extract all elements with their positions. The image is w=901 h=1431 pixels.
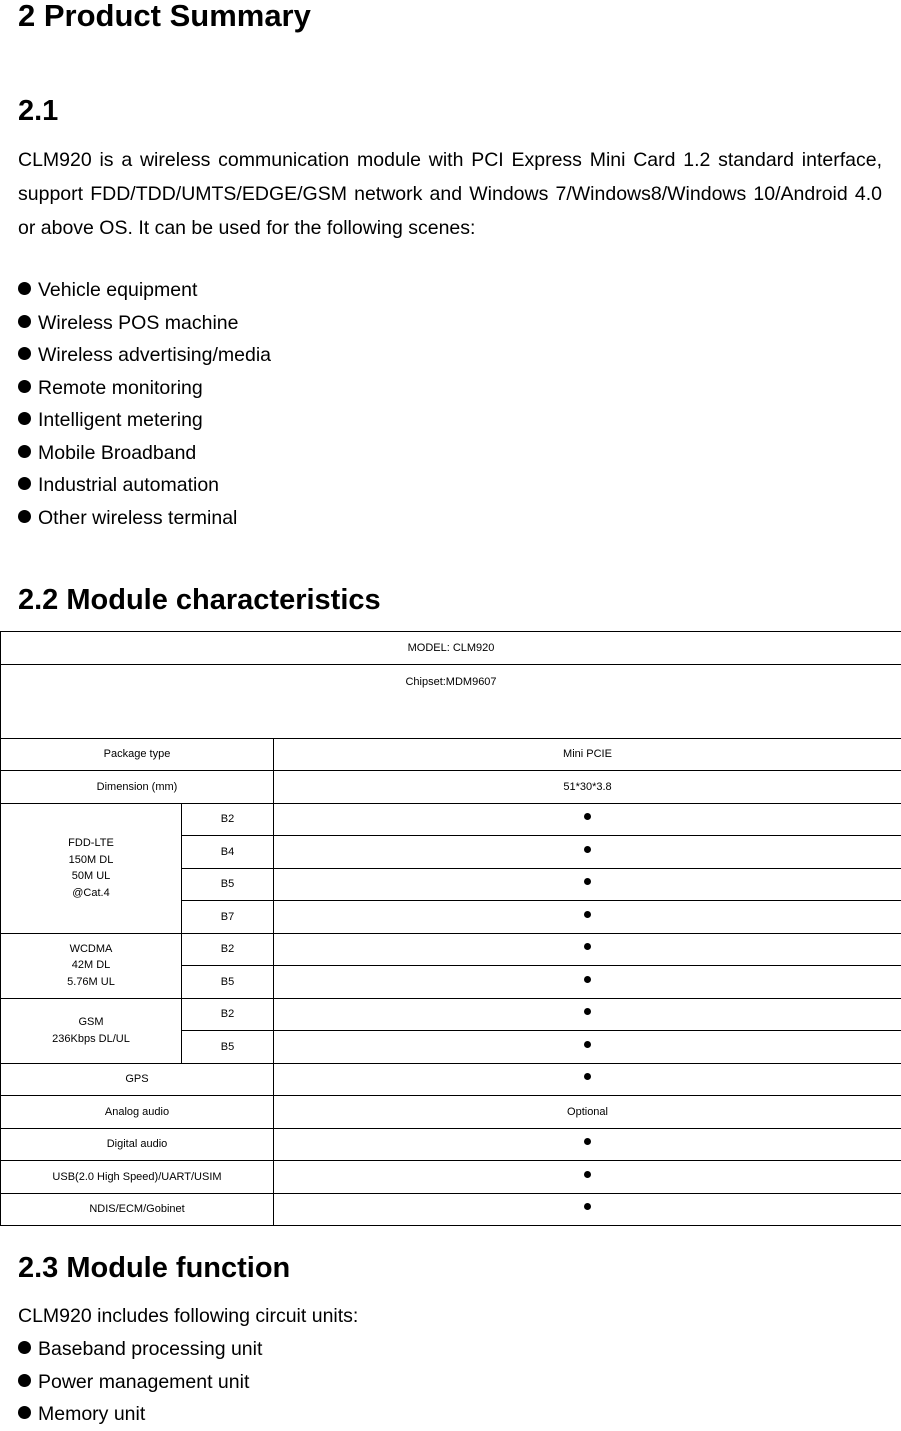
table-row: Chipset:MDM9607	[1, 664, 901, 738]
band-cell: B5	[182, 868, 274, 901]
supported-dot-icon	[584, 1008, 591, 1015]
list-item: Other wireless terminal	[18, 502, 271, 535]
scenes-list: Vehicle equipment Wireless POS machine W…	[18, 274, 271, 534]
supported-dot-icon	[584, 1073, 591, 1080]
feature-label: Analog audio	[1, 1096, 274, 1129]
list-item: Intelligent metering	[18, 404, 271, 437]
list-item: Power management unit	[18, 1366, 262, 1399]
section-2-3-intro: CLM920 includes following circuit units:	[18, 1300, 358, 1332]
feature-label: USB(2.0 High Speed)/UART/USIM	[1, 1161, 274, 1194]
supported-dot-icon	[584, 878, 591, 885]
supported-dot-icon	[584, 911, 591, 918]
circuit-units-list: Baseband processing unit Power managemen…	[18, 1333, 262, 1431]
bullet-icon	[18, 380, 31, 393]
supported-cell	[274, 836, 901, 869]
dimension-value: 51*30*3.8	[274, 771, 901, 804]
table-row: Digital audio	[1, 1128, 901, 1161]
supported-dot-icon	[584, 813, 591, 820]
chipset-cell: Chipset:MDM9607	[1, 664, 901, 738]
supported-cell	[274, 868, 901, 901]
fdd-lte-label: FDD-LTE 150M DL 50M UL @Cat.4	[1, 803, 182, 933]
table-row: USB(2.0 High Speed)/UART/USIM	[1, 1161, 901, 1194]
list-item: Baseband processing unit	[18, 1333, 262, 1366]
supported-dot-icon	[584, 1041, 591, 1048]
feature-label: NDIS/ECM/Gobinet	[1, 1193, 274, 1226]
bullet-icon	[18, 282, 31, 295]
band-cell: B2	[182, 998, 274, 1031]
dimension-label: Dimension (mm)	[1, 771, 274, 804]
model-cell: MODEL: CLM920	[1, 632, 901, 665]
supported-cell	[274, 966, 901, 999]
supported-cell	[274, 1161, 901, 1194]
list-item: Remote monitoring	[18, 372, 271, 405]
list-item: Wireless POS machine	[18, 307, 271, 340]
table-row: WCDMA 42M DL 5.76M UL B2	[1, 933, 901, 966]
table-row: NDIS/ECM/Gobinet	[1, 1193, 901, 1226]
band-cell: B2	[182, 933, 274, 966]
bullet-icon	[18, 412, 31, 425]
supported-cell	[274, 1128, 901, 1161]
page-title: 2 Product Summary	[18, 0, 311, 36]
supported-dot-icon	[584, 943, 591, 950]
list-item: Mobile Broadband	[18, 437, 271, 470]
bullet-icon	[18, 315, 31, 328]
band-cell: B5	[182, 1031, 274, 1064]
feature-label: Digital audio	[1, 1128, 274, 1161]
bullet-icon	[18, 1374, 31, 1387]
section-2-3-heading: 2.3 Module function	[18, 1250, 290, 1286]
package-type-value: Mini PCIE	[274, 738, 901, 771]
feature-label: GPS	[1, 1063, 274, 1096]
bullet-icon	[18, 347, 31, 360]
feature-value: Optional	[274, 1096, 901, 1129]
supported-cell	[274, 933, 901, 966]
table-row: FDD-LTE 150M DL 50M UL @Cat.4 B2	[1, 803, 901, 836]
supported-cell	[274, 803, 901, 836]
list-item: Wireless advertising/media	[18, 339, 271, 372]
supported-dot-icon	[584, 1171, 591, 1178]
table-row: GSM 236Kbps DL/UL B2	[1, 998, 901, 1031]
package-type-label: Package type	[1, 738, 274, 771]
supported-cell	[274, 1193, 901, 1226]
supported-dot-icon	[584, 1203, 591, 1210]
wcdma-label: WCDMA 42M DL 5.76M UL	[1, 933, 182, 998]
table-row: Package type Mini PCIE	[1, 738, 901, 771]
table-row: MODEL: CLM920	[1, 632, 901, 665]
table-row: Analog audio Optional	[1, 1096, 901, 1129]
band-cell: B4	[182, 836, 274, 869]
gsm-label: GSM 236Kbps DL/UL	[1, 998, 182, 1063]
supported-cell	[274, 1031, 901, 1064]
band-cell: B7	[182, 901, 274, 934]
supported-dot-icon	[584, 1138, 591, 1145]
band-cell: B2	[182, 803, 274, 836]
bullet-icon	[18, 1341, 31, 1354]
supported-cell	[274, 998, 901, 1031]
table-row: GPS	[1, 1063, 901, 1096]
list-item: Vehicle equipment	[18, 274, 271, 307]
table-row: Dimension (mm) 51*30*3.8	[1, 771, 901, 804]
supported-cell	[274, 1063, 901, 1096]
section-2-1-paragraph: CLM920 is a wireless communication modul…	[18, 143, 882, 245]
bullet-icon	[18, 510, 31, 523]
section-2-1-heading: 2.1	[18, 93, 58, 129]
module-characteristics-table: MODEL: CLM920 Chipset:MDM9607 Package ty…	[0, 631, 901, 1226]
supported-cell	[274, 901, 901, 934]
bullet-icon	[18, 477, 31, 490]
section-2-2-heading: 2.2 Module characteristics	[18, 582, 381, 618]
supported-dot-icon	[584, 976, 591, 983]
band-cell: B5	[182, 966, 274, 999]
bullet-icon	[18, 445, 31, 458]
supported-dot-icon	[584, 846, 591, 853]
list-item: Industrial automation	[18, 469, 271, 502]
bullet-icon	[18, 1406, 31, 1419]
